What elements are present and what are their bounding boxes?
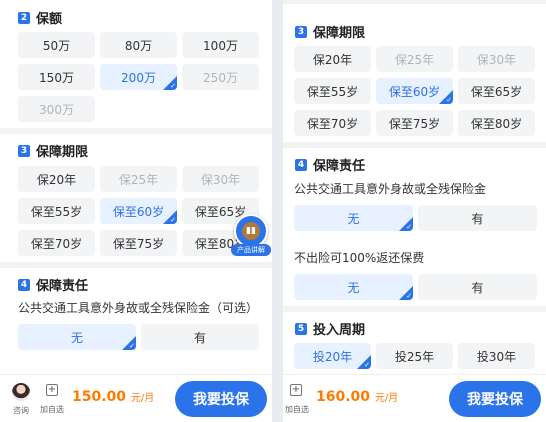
chart-icon: ▮▮ [242,222,260,240]
section-title-text: 保障期限 [36,145,89,160]
section-title-text: 保障责任 [36,279,89,294]
price-value: 160.00 [316,389,371,405]
section-term-title: 3 保障期限 [295,22,365,41]
price-display: 160.00 元/月 [316,389,398,405]
advisor-avatar[interactable] [12,383,30,401]
step-number: 4 [295,158,307,171]
term-option-to-55[interactable]: 保至55岁 [18,198,95,224]
section-divider [283,306,546,312]
term-option-to-75[interactable]: 保至75岁 [100,230,177,256]
bottom-action-bar: + 加自选 160.00 元/月 我要投保 [283,374,546,422]
transport-option-yes[interactable]: 有 [418,205,537,231]
section-responsibility-title: 4 保障责任 [295,155,365,174]
term-option-to-70[interactable]: 保至70岁 [18,230,95,256]
step-number: 3 [295,25,307,38]
price-value: 150.00 [72,389,127,405]
step-number: 2 [18,11,30,24]
coverage-option-100w[interactable]: 100万 [182,32,259,58]
coverage-option-250w[interactable]: 250万 [182,64,259,90]
product-explain-label: 产品讲解 [231,244,271,256]
term-option-to-55[interactable]: 保至55岁 [294,78,371,104]
section-title-text: 保障期限 [313,26,366,41]
section-divider [0,128,272,134]
section-divider [0,262,272,268]
section-title-text: 保障责任 [313,159,366,174]
refund-option-yes[interactable]: 有 [418,274,537,300]
responsibility-description-refund: 不出险可100%返还保费 [294,251,425,265]
period-option-30y[interactable]: 投30年 [458,343,535,369]
buy-button[interactable]: 我要投保 [449,381,541,417]
period-option-25y[interactable]: 投25年 [376,343,453,369]
responsibility-option-yes[interactable]: 有 [141,324,259,350]
price-display: 150.00 元/月 [72,389,154,405]
term-option-to-65[interactable]: 保至65岁 [458,78,535,104]
price-unit: 元/月 [374,393,399,404]
term-option-20y[interactable]: 保20年 [18,166,95,192]
term-option-to-80[interactable]: 保至80岁 [458,110,535,136]
term-option-to-75[interactable]: 保至75岁 [376,110,453,136]
right-panel: 3 保障期限 保20年 保25年 保30年 保至55岁 保至60岁 保至65岁 … [283,0,546,422]
coverage-option-200w[interactable]: 200万 [100,64,177,90]
refund-option-none[interactable]: 无 [294,274,413,300]
section-term-title: 3 保障期限 [18,141,88,160]
section-divider [283,0,546,4]
float-circle: ▮▮ [234,214,268,248]
period-option-20y[interactable]: 投20年 [294,343,371,369]
plus-icon[interactable]: + [290,384,302,396]
consult-label[interactable]: 咨询 [8,405,34,416]
section-period-title: 5 投入周期 [295,319,365,338]
section-title-text: 保额 [36,12,63,27]
section-title-text: 投入周期 [313,323,366,338]
term-option-to-60[interactable]: 保至60岁 [376,78,453,104]
responsibility-option-none[interactable]: 无 [18,324,136,350]
price-unit: 元/月 [130,393,155,404]
bottom-action-bar: 咨询 + 加自选 150.00 元/月 我要投保 [0,374,272,422]
coverage-option-300w[interactable]: 300万 [18,96,95,122]
product-explain-button[interactable]: ▮▮ 产品讲解 [231,214,271,258]
add-favorite-label[interactable]: 加自选 [283,404,311,415]
responsibility-description: 公共交通工具意外身故或全残保险金（可选） [18,301,259,315]
term-option-to-60[interactable]: 保至60岁 [100,198,177,224]
coverage-option-150w[interactable]: 150万 [18,64,95,90]
section-responsibility-title: 4 保障责任 [18,275,88,294]
term-option-30y[interactable]: 保30年 [182,166,259,192]
term-option-30y[interactable]: 保30年 [458,46,535,72]
add-favorite-label[interactable]: 加自选 [38,404,66,415]
term-option-20y[interactable]: 保20年 [294,46,371,72]
responsibility-description-transport: 公共交通工具意外身故或全残保险金 [294,182,487,196]
step-number: 5 [295,322,307,335]
plus-icon[interactable]: + [46,384,58,396]
coverage-option-50w[interactable]: 50万 [18,32,95,58]
term-option-25y[interactable]: 保25年 [100,166,177,192]
section-coverage-title: 2 保额 [18,8,62,27]
left-panel: 2 保额 50万 80万 100万 150万 200万 250万 300万 3 … [0,0,272,422]
term-option-to-70[interactable]: 保至70岁 [294,110,371,136]
buy-button[interactable]: 我要投保 [175,381,267,417]
section-divider [283,142,546,148]
step-number: 4 [18,278,30,291]
term-option-25y[interactable]: 保25年 [376,46,453,72]
step-number: 3 [18,144,30,157]
transport-option-none[interactable]: 无 [294,205,413,231]
coverage-option-80w[interactable]: 80万 [100,32,177,58]
